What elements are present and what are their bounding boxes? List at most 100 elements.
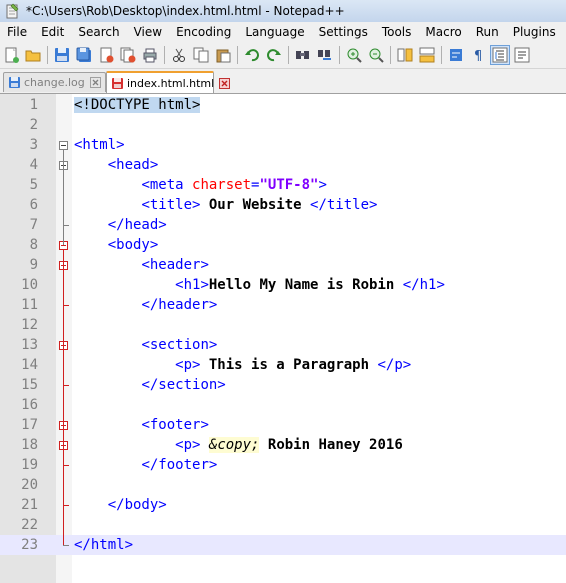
- sync-horizontal-button[interactable]: [418, 46, 436, 64]
- save-button[interactable]: [53, 46, 71, 64]
- code-line[interactable]: 5 <meta charset="UTF-8">: [0, 175, 566, 195]
- close-button[interactable]: [97, 46, 115, 64]
- notepad-plus-plus-app-icon[interactable]: [4, 3, 20, 19]
- user-defined-language-button[interactable]: [513, 46, 531, 64]
- indent-guide-button[interactable]: [490, 45, 510, 65]
- menu-file[interactable]: File: [0, 22, 34, 42]
- zoom-in-button[interactable]: [345, 46, 363, 64]
- menu-view[interactable]: View: [127, 22, 169, 42]
- menu-plugins[interactable]: Plugins: [506, 22, 563, 42]
- fold-end-marker: [63, 385, 69, 386]
- menu-search[interactable]: Search: [71, 22, 126, 42]
- close-tab-icon[interactable]: [89, 77, 101, 88]
- code-text: <body>: [74, 235, 159, 255]
- code-editor[interactable]: 1 <!DOCTYPE html> 2 3 <html> 4 <head> 5 <meta …: [0, 94, 566, 583]
- window-title: *C:\Users\Rob\Desktop\index.html.html - …: [26, 4, 345, 18]
- syntax-tag: <footer>: [141, 417, 209, 433]
- open-file-icon: [25, 50, 41, 62]
- code-line[interactable]: 1 <!DOCTYPE html>: [0, 95, 566, 115]
- code-text: <p> This is a Paragraph </p>: [74, 355, 411, 375]
- svg-text:¶: ¶: [474, 49, 482, 63]
- document-tab-bar: change.log index.html.html: [0, 69, 566, 94]
- fold-end-marker: [63, 225, 69, 226]
- fold-toggle-icon[interactable]: [59, 141, 68, 150]
- code-line[interactable]: 11 </header>: [0, 295, 566, 315]
- user-defined-language-icon: [514, 47, 530, 63]
- line-number: 6: [29, 197, 38, 213]
- menu-macro[interactable]: Macro: [418, 22, 468, 42]
- syntax-plain: [74, 337, 141, 353]
- word-wrap-button[interactable]: [447, 46, 465, 64]
- code-line[interactable]: 4 <head>: [0, 155, 566, 175]
- fold-end-marker: [63, 545, 69, 546]
- undo-button[interactable]: [243, 46, 261, 64]
- syntax-tag: <section>: [141, 337, 218, 353]
- copy-button[interactable]: [192, 46, 210, 64]
- replace-button[interactable]: [316, 46, 334, 64]
- code-line[interactable]: 16: [0, 395, 566, 415]
- syntax-plain: [74, 417, 141, 433]
- menu-language[interactable]: Language: [238, 22, 311, 42]
- indent-guide-icon: [492, 47, 508, 63]
- menu-encoding[interactable]: Encoding: [169, 22, 238, 42]
- code-line[interactable]: 19 </footer>: [0, 455, 566, 475]
- sync-vertical-icon: [397, 48, 413, 62]
- save-all-button[interactable]: [75, 46, 93, 64]
- toolbar-separator: [47, 46, 48, 64]
- print-icon: [143, 48, 157, 63]
- line-number: 4: [29, 157, 38, 173]
- zoom-out-icon: [369, 48, 384, 63]
- tab-index-html[interactable]: index.html.html: [106, 71, 231, 93]
- code-line[interactable]: 7 </head>: [0, 215, 566, 235]
- syntax-attr: charset: [192, 177, 252, 193]
- new-file-button[interactable]: [2, 46, 20, 64]
- syntax-tag: <p>: [175, 357, 201, 373]
- fold-line: [63, 150, 64, 245]
- code-line[interactable]: 20: [0, 475, 566, 495]
- menu-tools[interactable]: Tools: [375, 22, 419, 42]
- menu-settings[interactable]: Settings: [312, 22, 375, 42]
- code-line[interactable]: 8 <body>: [0, 235, 566, 255]
- fold-end-marker: [63, 465, 69, 466]
- paste-button[interactable]: [214, 46, 232, 64]
- code-line[interactable]: 10 <h1>Hello My Name is Robin </h1>: [0, 275, 566, 295]
- code-line[interactable]: 3 <html>: [0, 135, 566, 155]
- code-line[interactable]: 12: [0, 315, 566, 335]
- menu-run[interactable]: Run: [469, 22, 506, 42]
- code-line[interactable]: 9 <header>: [0, 255, 566, 275]
- code-line[interactable]: 13 <section>: [0, 335, 566, 355]
- code-line[interactable]: 22: [0, 515, 566, 535]
- cut-button[interactable]: [170, 46, 188, 64]
- line-number: 1: [29, 97, 38, 113]
- code-line[interactable]: 17 <footer>: [0, 415, 566, 435]
- tab-label: change.log: [24, 76, 85, 89]
- code-text: </section>: [74, 375, 225, 395]
- redo-icon: [267, 49, 281, 62]
- save-all-icon: [76, 47, 91, 62]
- code-line[interactable]: 15 </section>: [0, 375, 566, 395]
- find-button[interactable]: [294, 46, 312, 64]
- sync-vertical-button[interactable]: [396, 46, 414, 64]
- menu-edit[interactable]: Edit: [34, 22, 71, 42]
- close-tab-icon[interactable]: [219, 77, 231, 89]
- close-all-button[interactable]: [119, 46, 137, 64]
- code-text: </html>: [74, 535, 133, 555]
- code-line[interactable]: 14 <p> This is a Paragraph </p>: [0, 355, 566, 375]
- code-line[interactable]: 18 <p> &copy; Robin Haney 2016: [0, 435, 566, 455]
- code-line[interactable]: 2: [0, 115, 566, 135]
- code-line[interactable]: 21 </body>: [0, 495, 566, 515]
- syntax-tag: <head>: [107, 157, 159, 173]
- print-button[interactable]: [141, 46, 159, 64]
- open-file-button[interactable]: [24, 46, 42, 64]
- zoom-out-button[interactable]: [367, 46, 385, 64]
- show-all-chars-icon: ¶: [474, 49, 482, 63]
- line-number: 2: [29, 117, 38, 133]
- show-all-chars-button[interactable]: ¶: [469, 46, 487, 64]
- redo-button[interactable]: [265, 46, 283, 64]
- code-line[interactable]: 23 </html>: [0, 535, 566, 555]
- code-line[interactable]: 6 <title> Our Website </title>: [0, 195, 566, 215]
- toolbar: ¶: [0, 42, 566, 69]
- code-text: <html>: [74, 135, 125, 155]
- tab-change-log[interactable]: change.log: [3, 72, 106, 92]
- line-number: 3: [29, 137, 38, 153]
